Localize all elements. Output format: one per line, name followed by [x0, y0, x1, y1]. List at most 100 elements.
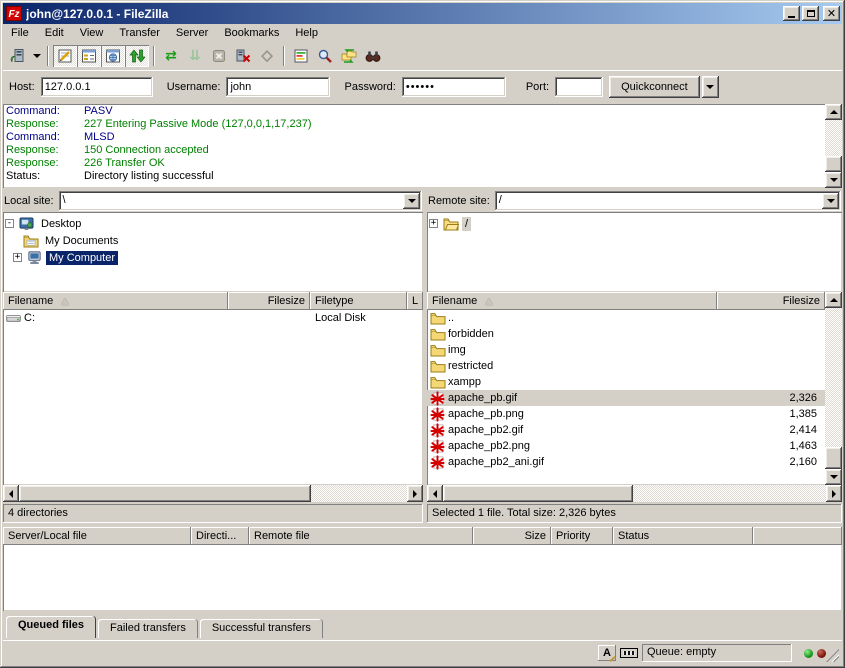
menu-item-view[interactable]: View	[72, 25, 112, 41]
refresh-button[interactable]: ⇄	[159, 45, 183, 67]
cancel-operation-button[interactable]	[207, 45, 231, 67]
scroll-up-button[interactable]	[825, 292, 842, 308]
collapse-icon[interactable]: -	[5, 219, 14, 228]
reconnect-button[interactable]	[255, 45, 279, 67]
filename-filters-button[interactable]	[313, 45, 337, 67]
expand-icon[interactable]: +	[13, 253, 22, 262]
menu-item-transfer[interactable]: Transfer	[111, 25, 168, 41]
file-row[interactable]: restricted	[427, 358, 825, 374]
queue-column-remote-file[interactable]: Remote file	[249, 527, 473, 545]
message-log-icon	[57, 48, 73, 64]
scroll-left-button[interactable]	[3, 485, 19, 502]
scroll-up-button[interactable]	[825, 104, 842, 120]
menu-item-file[interactable]: File	[3, 25, 37, 41]
host-input[interactable]	[41, 77, 153, 97]
host-label: Host:	[9, 81, 35, 93]
scrollbar-thumb[interactable]	[825, 156, 842, 172]
quickconnect-button[interactable]: Quickconnect	[609, 76, 700, 98]
scroll-down-button[interactable]	[825, 172, 842, 188]
queue-column-status[interactable]: Status	[613, 527, 753, 545]
column-header-filename[interactable]: Filename	[3, 292, 228, 310]
file-row-selected[interactable]: apache_pb.gif 2,326	[427, 390, 825, 406]
synchronized-browsing-button[interactable]	[337, 45, 361, 67]
remote-horizontal-scrollbar[interactable]	[427, 485, 842, 502]
scrollbar-track[interactable]	[311, 485, 407, 502]
menu-item-edit[interactable]: Edit	[37, 25, 72, 41]
queue-column-direction[interactable]: Directi...	[191, 527, 249, 545]
menu-item-help[interactable]: Help	[287, 25, 326, 41]
scrollbar-thumb[interactable]	[443, 485, 633, 502]
scrollbar-track[interactable]	[633, 485, 826, 502]
remote-site-value[interactable]: /	[495, 191, 820, 211]
column-header-filename[interactable]: Filename	[427, 292, 717, 310]
tab-successful-transfers[interactable]: Successful transfers	[200, 619, 323, 638]
file-row[interactable]: ..	[427, 310, 825, 326]
column-header-last-modified[interactable]: L	[407, 292, 423, 310]
tree-item-my-documents[interactable]: My Documents	[5, 232, 421, 249]
title-bar[interactable]: Fz john@127.0.0.1 - FileZilla ✕	[3, 3, 842, 24]
file-row[interactable]: apache_pb.png 1,385	[427, 406, 825, 422]
file-row[interactable]: forbidden	[427, 326, 825, 342]
file-row[interactable]: img	[427, 342, 825, 358]
process-queue-button[interactable]: ⇊	[183, 45, 207, 67]
scrollbar-track[interactable]	[825, 120, 842, 156]
scroll-left-button[interactable]	[427, 485, 443, 502]
column-header-filesize[interactable]: Filesize	[717, 292, 825, 310]
disconnect-button[interactable]	[231, 45, 255, 67]
expand-icon[interactable]: +	[429, 219, 438, 228]
port-input[interactable]	[555, 77, 603, 97]
column-header-filetype[interactable]: Filetype	[310, 292, 407, 310]
toggle-message-log-button[interactable]	[53, 45, 77, 67]
menu-item-server[interactable]: Server	[168, 25, 216, 41]
data-type-indicator-icon[interactable]: A	[598, 645, 616, 661]
column-header-filesize[interactable]: Filesize	[228, 292, 310, 310]
resize-grip[interactable]	[826, 649, 839, 662]
tree-item-desktop[interactable]: - Desktop	[5, 215, 421, 232]
username-input[interactable]	[226, 77, 330, 97]
tree-item-root[interactable]: + /	[429, 215, 840, 232]
file-row[interactable]: apache_pb2.png 1,463	[427, 438, 825, 454]
file-row-c-drive[interactable]: C: Local Disk	[3, 310, 423, 326]
site-manager-dropdown[interactable]	[30, 45, 43, 67]
site-manager-button[interactable]	[6, 45, 30, 67]
tab-queued-files[interactable]: Queued files	[6, 616, 96, 638]
remote-vertical-scrollbar[interactable]	[825, 292, 842, 485]
tree-item-my-computer[interactable]: + My Computer	[5, 249, 421, 266]
scroll-right-button[interactable]	[826, 485, 842, 502]
scrollbar-track[interactable]	[825, 308, 842, 447]
find-files-button[interactable]	[361, 45, 385, 67]
minimize-button[interactable]	[783, 6, 800, 21]
dropdown-arrow-icon	[706, 85, 714, 89]
scrollbar-thumb[interactable]	[19, 485, 311, 502]
local-site-value[interactable]: \	[59, 191, 401, 211]
local-site-dropdown[interactable]	[403, 193, 420, 209]
scroll-right-button[interactable]	[407, 485, 423, 502]
activity-led-red-icon	[817, 649, 826, 658]
close-button[interactable]: ✕	[823, 6, 840, 21]
password-input[interactable]	[402, 77, 506, 97]
toggle-local-tree-button[interactable]	[77, 45, 101, 67]
file-row[interactable]: xampp	[427, 374, 825, 390]
menu-item-bookmarks[interactable]: Bookmarks	[216, 25, 287, 41]
remote-site-dropdown[interactable]	[822, 193, 839, 209]
queue-column-priority[interactable]: Priority	[551, 527, 613, 545]
remote-site-combobox[interactable]: /	[495, 191, 841, 211]
scroll-down-button[interactable]	[825, 469, 842, 485]
toggle-transfer-queue-button[interactable]	[125, 45, 149, 67]
local-horizontal-scrollbar[interactable]	[3, 485, 423, 502]
file-row[interactable]: apache_pb2.gif 2,414	[427, 422, 825, 438]
speed-limit-indicator-icon[interactable]	[620, 648, 638, 658]
remote-treeview-icon	[105, 48, 121, 64]
scrollbar-thumb[interactable]	[825, 447, 842, 469]
queue-column-size[interactable]: Size	[473, 527, 551, 545]
toggle-remote-tree-button[interactable]	[101, 45, 125, 67]
tab-failed-transfers[interactable]: Failed transfers	[98, 619, 198, 638]
maximize-button[interactable]	[802, 6, 819, 21]
quickconnect-dropdown[interactable]	[702, 76, 719, 98]
local-site-combobox[interactable]: \	[59, 191, 422, 211]
queue-column-server-local-file[interactable]: Server/Local file	[3, 527, 191, 545]
open-folder-icon	[442, 216, 459, 232]
file-row[interactable]: apache_pb2_ani.gif 2,160	[427, 454, 825, 470]
log-scrollbar[interactable]	[825, 104, 842, 188]
directory-comparison-button[interactable]	[289, 45, 313, 67]
